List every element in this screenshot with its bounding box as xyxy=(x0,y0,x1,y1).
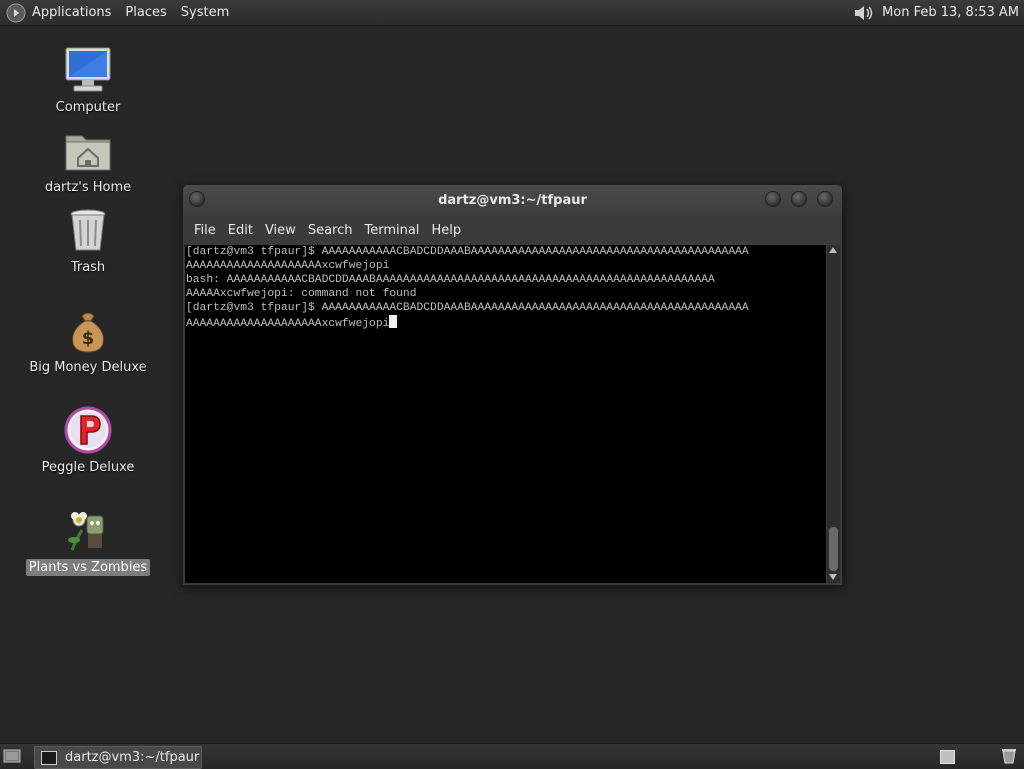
close-icon[interactable] xyxy=(817,191,833,207)
scroll-down-arrow-icon[interactable] xyxy=(829,574,837,580)
desktop-icon-trash[interactable]: Trash xyxy=(18,206,158,275)
window-title: dartz@vm3:~/tfpaur xyxy=(438,193,587,208)
trash-icon xyxy=(70,209,106,251)
vertical-scrollbar[interactable] xyxy=(827,245,840,583)
workspace-switcher[interactable] xyxy=(940,750,955,764)
desktop-icon-home[interactable]: dartz's Home xyxy=(18,126,158,195)
desktop-icon-big-money[interactable]: $ Big Money Deluxe xyxy=(18,306,158,375)
top-panel: Applications Places System Mon Feb 13, 8… xyxy=(0,0,1024,26)
menu-view[interactable]: View xyxy=(265,223,296,238)
show-desktop-icon[interactable] xyxy=(3,748,21,764)
scroll-up-arrow-icon[interactable] xyxy=(829,247,837,253)
desktop-icon-label: Trash xyxy=(70,260,106,275)
terminal-icon xyxy=(41,750,57,765)
peggle-icon xyxy=(64,406,112,454)
desktop-icon-peggle[interactable]: Peggle Deluxe xyxy=(18,406,158,475)
terminal-line: [dartz@vm3 tfpaur]$ AAAAAAAAAAACBADCDDAA… xyxy=(186,246,749,258)
terminal-line: bash: AAAAAAAAAAACBADCDDAAABAAAAAAAAAAAA… xyxy=(186,274,715,286)
trash-applet-icon[interactable] xyxy=(1000,748,1018,764)
desktop-icon-label: Plants vs Zombies xyxy=(25,559,151,576)
desktop-icon-label: Big Money Deluxe xyxy=(29,360,147,375)
menu-help[interactable]: Help xyxy=(431,223,461,238)
menu-search[interactable]: Search xyxy=(308,223,353,238)
home-folder-icon xyxy=(65,135,111,171)
money-bag-icon: $ xyxy=(72,312,104,353)
terminal-output[interactable]: [dartz@vm3 tfpaur]$ AAAAAAAAAAACBADCDDAA… xyxy=(185,245,826,583)
desktop-icon-label: Peggle Deluxe xyxy=(41,460,135,475)
terminal-input-text: AAAAAAAAAAAAAAAAAAAAxcwfwejopi xyxy=(186,318,390,330)
desktop-icon-label: dartz's Home xyxy=(44,180,132,195)
clock[interactable]: Mon Feb 13, 8:53 AM xyxy=(882,5,1019,20)
plants-vs-zombies-icon xyxy=(68,512,104,551)
desktop-icon-computer[interactable]: Computer xyxy=(18,46,158,115)
menu-file[interactable]: File xyxy=(194,223,216,238)
menu-system[interactable]: System xyxy=(181,5,229,20)
desktop-icon-plants-vs-zombies[interactable]: Plants vs Zombies xyxy=(18,506,158,576)
window-titlebar[interactable]: dartz@vm3:~/tfpaur xyxy=(183,185,842,216)
scrollbar-thumb[interactable] xyxy=(829,527,838,571)
volume-icon[interactable] xyxy=(852,2,874,24)
gnome-foot-icon[interactable] xyxy=(6,3,26,23)
terminal-line: AAAAAAAAAAAAAAAAAAAAxcwfwejopi xyxy=(186,260,390,272)
taskbar-button-terminal[interactable]: dartz@vm3:~/tfpaur xyxy=(34,746,202,769)
taskbar-button-label: dartz@vm3:~/tfpaur xyxy=(65,750,200,765)
desktop-icon-label: Computer xyxy=(55,100,121,115)
panel-right: Mon Feb 13, 8:53 AM xyxy=(852,0,1024,25)
text-cursor xyxy=(389,315,398,328)
maximize-icon[interactable] xyxy=(791,191,807,207)
terminal-line-current: AAAAAAAAAAAAAAAAAAAAxcwfwejopi xyxy=(185,315,826,331)
terminal-line: [dartz@vm3 tfpaur]$ AAAAAAAAAAACBADCDDAA… xyxy=(186,302,749,314)
menu-places[interactable]: Places xyxy=(125,5,166,20)
menu-applications[interactable]: Applications xyxy=(32,5,111,20)
menu-edit[interactable]: Edit xyxy=(228,223,253,238)
terminal-menubar: File Edit View Search Terminal Help xyxy=(183,216,842,244)
terminal-window[interactable]: dartz@vm3:~/tfpaur File Edit View Search… xyxy=(182,184,843,586)
bottom-panel: dartz@vm3:~/tfpaur xyxy=(0,743,1024,769)
computer-icon xyxy=(65,47,111,92)
minimize-icon[interactable] xyxy=(765,191,781,207)
menu-terminal[interactable]: Terminal xyxy=(364,223,419,238)
terminal-line: AAAAAxcwfwejopi: command not found xyxy=(186,288,417,300)
svg-text:$: $ xyxy=(82,328,95,349)
